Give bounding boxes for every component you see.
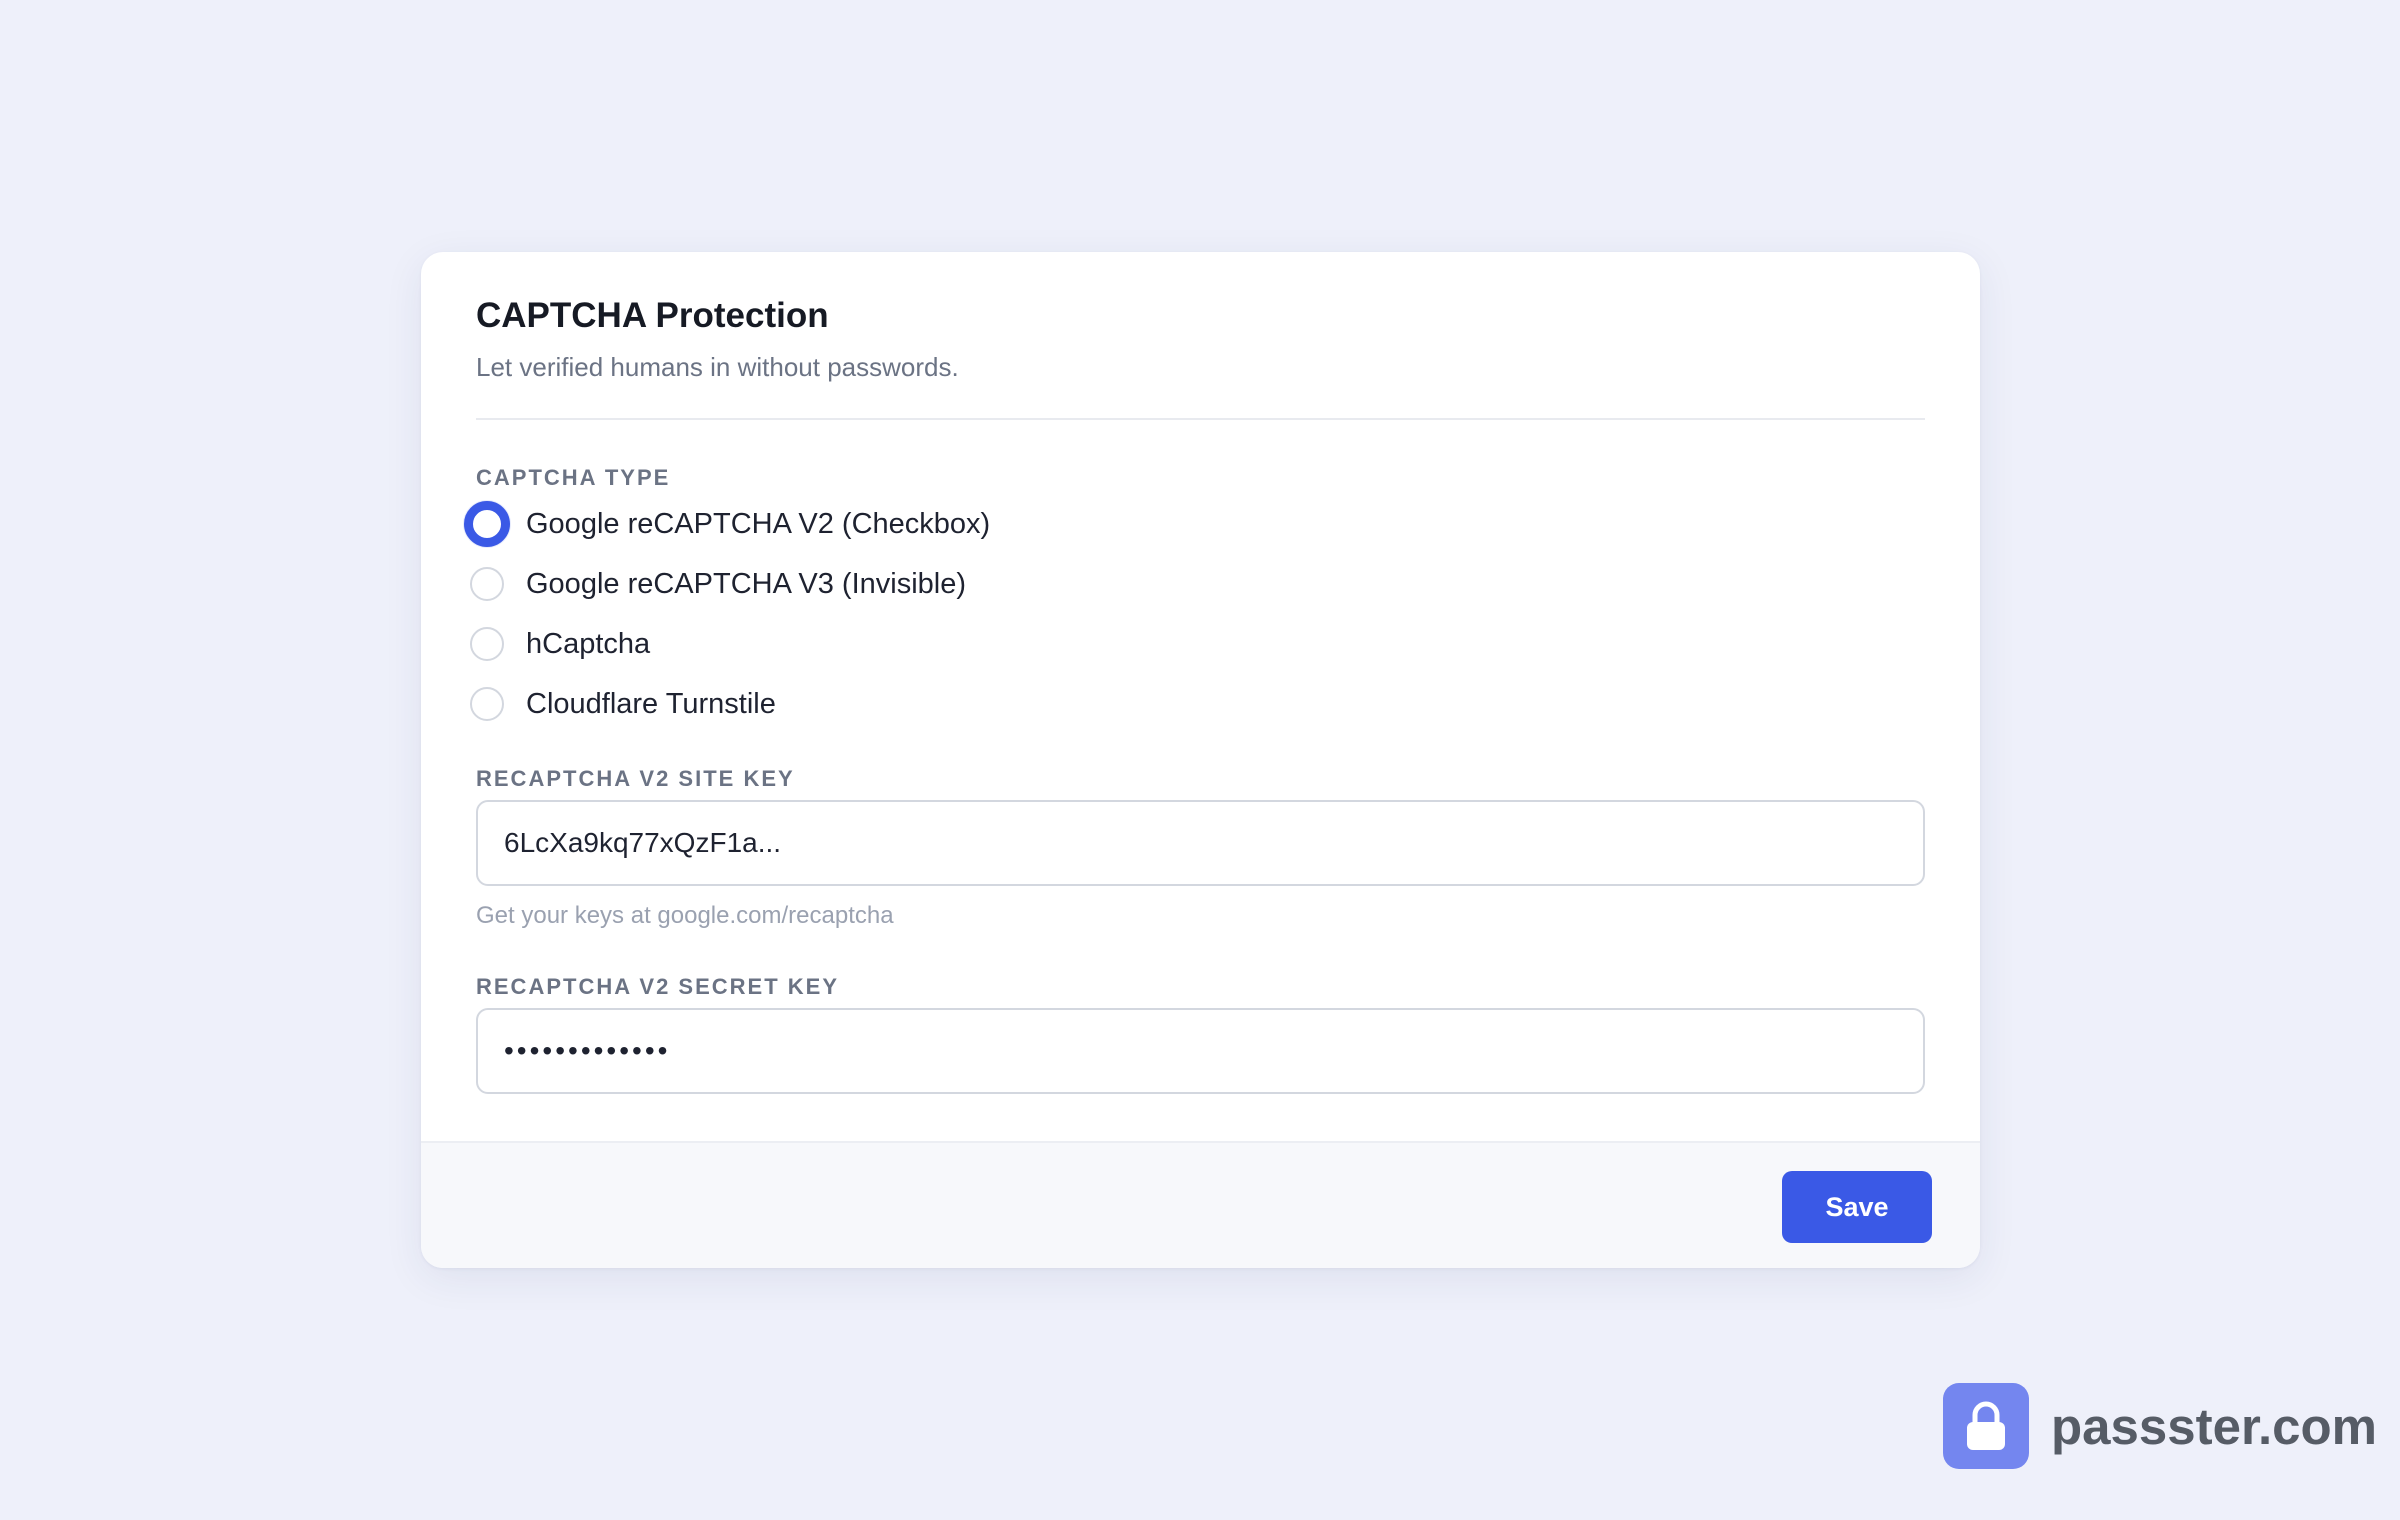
radio-label: Google reCAPTCHA V3 (Invisible) (526, 567, 966, 600)
secret-key-value: ••••••••••••• (504, 1035, 671, 1066)
brand-name: passster.com (2051, 1397, 2378, 1455)
radio-unchecked-icon[interactable] (470, 567, 504, 601)
card-title: CAPTCHA Protection (476, 296, 829, 335)
lock-icon (1943, 1383, 2029, 1469)
captcha-settings-card: CAPTCHA Protection Let verified humans i… (421, 252, 1980, 1268)
save-button[interactable]: Save (1782, 1171, 1932, 1243)
radio-label: Cloudflare Turnstile (526, 687, 776, 720)
site-key-label: RECAPTCHA V2 SITE KEY (476, 766, 795, 791)
secret-key-label: RECAPTCHA V2 SECRET KEY (476, 974, 840, 999)
divider (476, 418, 1925, 420)
secret-key-input[interactable]: ••••••••••••• (476, 1008, 1925, 1094)
radio-unchecked-icon[interactable] (470, 687, 504, 721)
captcha-type-label: CAPTCHA TYPE (476, 465, 671, 490)
radio-label: Google reCAPTCHA V2 (Checkbox) (526, 507, 991, 540)
site-key-hint: Get your keys at google.com/recaptcha (476, 902, 894, 929)
radio-unchecked-icon[interactable] (470, 627, 504, 661)
brand-watermark: passster.com (1943, 1383, 2377, 1469)
radio-option-hcaptcha[interactable]: hCaptcha (470, 621, 650, 667)
radio-checked-icon[interactable] (464, 501, 510, 547)
site-key-value: 6LcXa9kq77xQzF1a... (504, 827, 782, 858)
radio-option-recaptcha-v2[interactable]: Google reCAPTCHA V2 (Checkbox) (464, 501, 991, 547)
card-subtitle: Let verified humans in without passwords… (476, 352, 959, 382)
radio-label: hCaptcha (526, 627, 651, 660)
site-key-input[interactable]: 6LcXa9kq77xQzF1a... (476, 800, 1925, 886)
radio-option-recaptcha-v3[interactable]: Google reCAPTCHA V3 (Invisible) (470, 561, 966, 607)
radio-option-turnstile[interactable]: Cloudflare Turnstile (470, 681, 776, 727)
card-footer: Save (421, 1141, 1980, 1268)
